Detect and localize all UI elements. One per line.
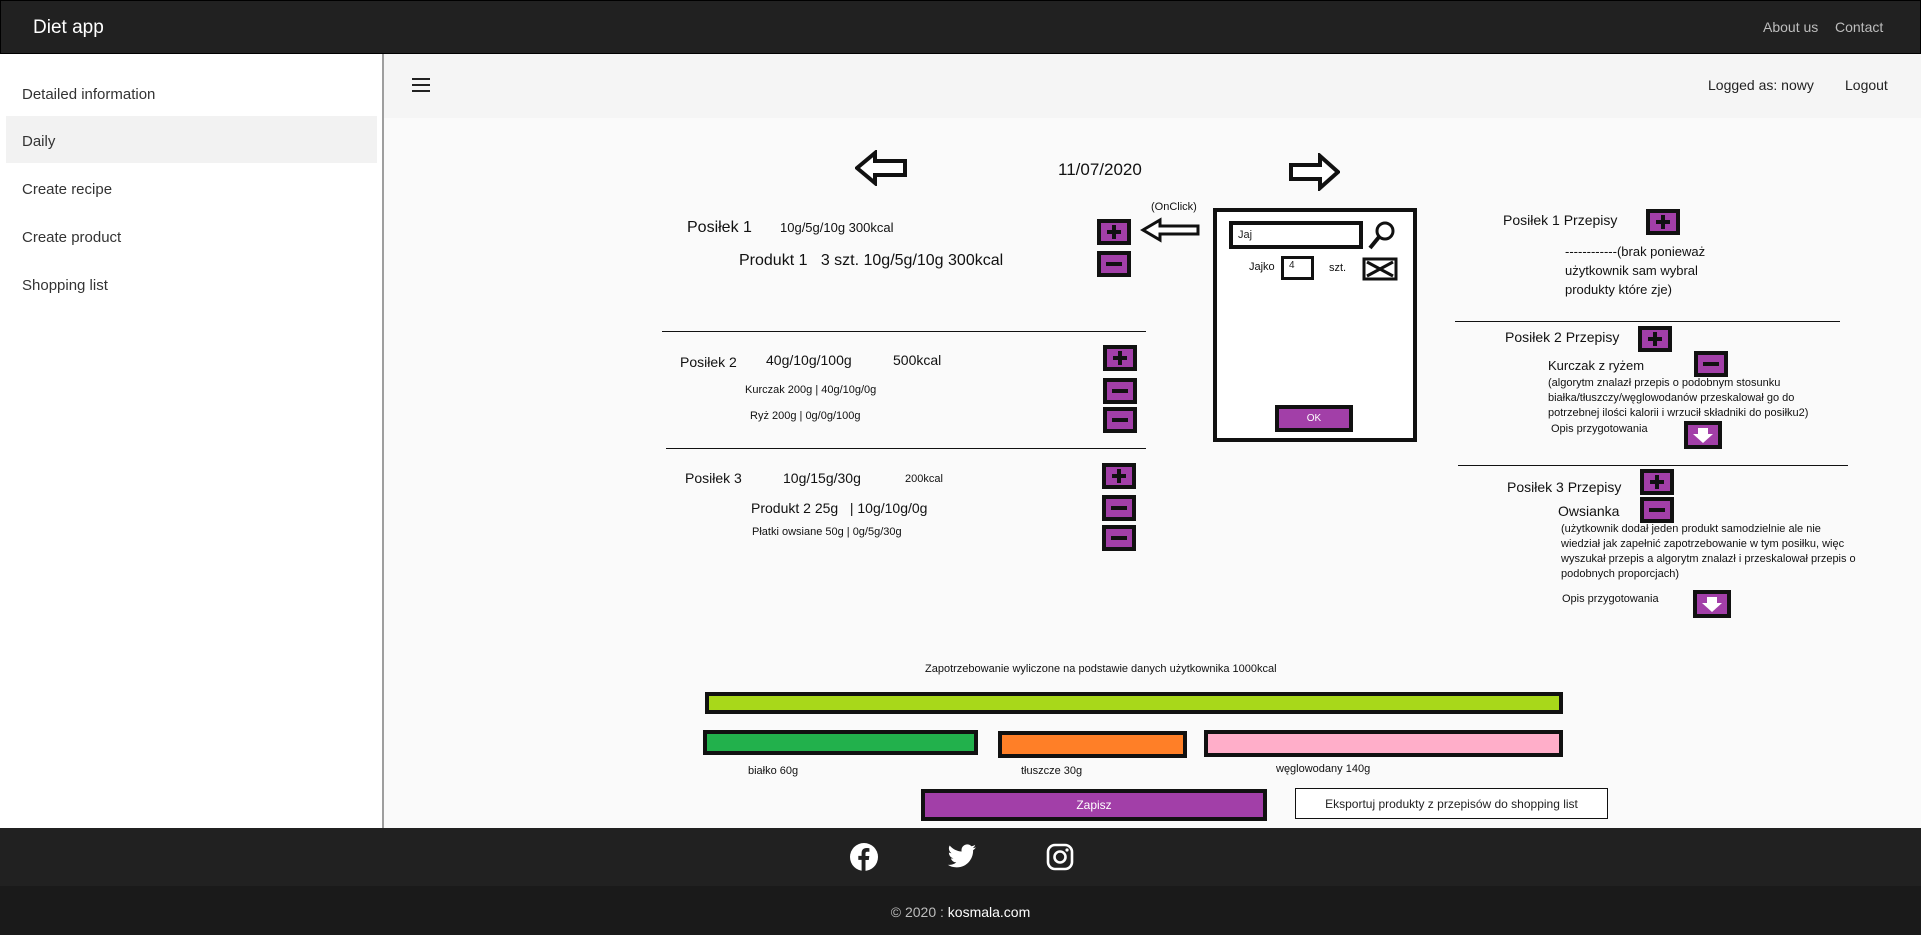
- meal-divider: [666, 448, 1146, 449]
- meal-3-add-button[interactable]: [1102, 463, 1136, 489]
- meal-3-item-2: Płatki owsiane 50g | 0g/5g/30g: [752, 526, 902, 538]
- protein-bar: [703, 730, 978, 755]
- current-date: 11/07/2020: [1058, 160, 1142, 179]
- onclick-arrow-icon: [1140, 217, 1200, 243]
- sidebar-item-create-recipe[interactable]: Create recipe: [6, 164, 377, 211]
- plus-icon: [1107, 225, 1121, 239]
- arrow-down-icon: [1702, 597, 1722, 612]
- about-link[interactable]: About us: [1763, 19, 1818, 35]
- fat-label: tłuszcze 30g: [1021, 765, 1083, 777]
- minus-icon: [1703, 362, 1719, 366]
- facebook-icon[interactable]: [850, 843, 878, 871]
- recipe-divider: [1455, 321, 1840, 322]
- meal-3-title: Posiłek 3: [685, 470, 742, 486]
- copyright-prefix: © 2020 :: [890, 904, 948, 920]
- meal-1-item-1: Produkt 1 3 szt. 10g/5g/10g 300kcal: [739, 252, 1004, 269]
- arrow-down-icon: [1693, 428, 1713, 443]
- meal-2-kcal: 500kcal: [893, 352, 942, 368]
- logout-link[interactable]: Logout: [1845, 77, 1888, 93]
- meal-2-item-2-remove-button[interactable]: [1103, 407, 1137, 433]
- meal-2-title: Posiłek 2: [680, 354, 737, 370]
- meal-2-item-1: Kurczak 200g | 40g/10g/0g: [745, 384, 877, 396]
- minus-icon: [1112, 389, 1128, 393]
- recipe-divider: [1458, 465, 1848, 466]
- meal-3-macros: 10g/15g/30g: [783, 470, 861, 486]
- recipe-1-add-button[interactable]: [1646, 209, 1680, 235]
- minus-icon: [1111, 536, 1127, 540]
- meal-1-add-button[interactable]: [1097, 219, 1131, 245]
- onclick-note: (OnClick): [1151, 201, 1197, 213]
- minus-icon: [1649, 508, 1665, 512]
- recipe-3-expand-button[interactable]: [1693, 590, 1731, 618]
- menu-icon[interactable]: [412, 78, 430, 92]
- recipe-2-name: Kurczak z ryżem: [1548, 358, 1645, 373]
- meal-3-item-2-remove-button[interactable]: [1102, 525, 1136, 551]
- recipe-2-note: (algorytm znalazł przepis o podobnym sto…: [1548, 377, 1809, 419]
- recipe-1-title: Posiłek 1 Przepisy: [1503, 212, 1618, 228]
- carbs-label: węglowodany 140g: [1276, 763, 1371, 775]
- meal-2-item-1-remove-button[interactable]: [1103, 378, 1137, 404]
- popup-product-name: Jajko: [1249, 261, 1275, 273]
- sidebar-item-shopping-list[interactable]: Shopping list: [6, 260, 377, 307]
- meal-3-item-1-remove-button[interactable]: [1102, 495, 1136, 521]
- prev-day-arrow-icon[interactable]: [855, 150, 909, 186]
- minus-icon: [1112, 418, 1128, 422]
- popup-unit: szt.: [1329, 262, 1347, 274]
- recipe-2-remove-button[interactable]: [1694, 351, 1728, 377]
- minus-icon: [1106, 262, 1122, 266]
- plus-icon: [1650, 475, 1664, 489]
- recipe-2-title: Posiłek 2 Przepisy: [1505, 329, 1620, 345]
- contact-link[interactable]: Contact: [1835, 19, 1883, 35]
- content-toolbar: [384, 54, 1921, 118]
- meal-1-macros: 10g/5g/10g 300kcal: [780, 220, 894, 235]
- popup-ok-button[interactable]: OK: [1275, 405, 1353, 432]
- recipe-2-opis-label: Opis przygotowania: [1551, 423, 1648, 435]
- sidebar-item-create-product[interactable]: Create product: [6, 212, 377, 259]
- meal-1-remove-button[interactable]: [1097, 251, 1131, 277]
- copyright-site-link[interactable]: kosmala.com: [948, 904, 1030, 920]
- sidebar-item-daily[interactable]: Daily: [6, 116, 377, 163]
- minus-icon: [1111, 506, 1127, 510]
- fat-bar: [998, 731, 1187, 758]
- recipe-3-title: Posiłek 3 Przepisy: [1507, 479, 1622, 495]
- quantity-input[interactable]: 4: [1281, 256, 1314, 280]
- meal-1-title: Posiłek 1: [687, 219, 752, 236]
- recipe-2-expand-button[interactable]: [1684, 421, 1722, 449]
- plus-icon: [1656, 215, 1670, 229]
- close-icon[interactable]: [1362, 257, 1398, 281]
- twitter-icon[interactable]: [947, 843, 977, 871]
- meal-2-macros: 40g/10g/100g: [766, 352, 852, 368]
- meal-3-kcal: 200kcal: [905, 473, 943, 485]
- recipe-3-name: Owsianka: [1558, 503, 1620, 519]
- carbs-bar: [1204, 730, 1563, 757]
- total-kcal-bar: [705, 692, 1563, 714]
- next-day-arrow-icon[interactable]: [1288, 153, 1340, 191]
- recipe-3-opis-label: Opis przygotowania: [1562, 593, 1659, 605]
- recipe-3-note: (użytkownik dodał jeden produkt samodzie…: [1561, 523, 1856, 580]
- meal-2-item-2: Ryż 200g | 0g/0g/100g: [750, 410, 861, 422]
- export-shopping-list-button[interactable]: Eksportuj produkty z przepisów do shoppi…: [1295, 788, 1608, 819]
- recipe-3-add-button[interactable]: [1640, 469, 1674, 495]
- brand-title[interactable]: Diet app: [33, 17, 104, 39]
- logged-as-label: Logged as: nowy: [1708, 77, 1814, 93]
- save-button[interactable]: Zapisz: [921, 789, 1267, 821]
- recipe-2-add-button[interactable]: [1638, 326, 1672, 352]
- meal-divider: [662, 331, 1146, 332]
- requirement-label: Zapotrzebowanie wyliczone na podstawie d…: [925, 663, 1277, 675]
- meal-3-item-1: Produkt 2 25g | 10g/10g/0g: [751, 500, 928, 516]
- copyright: © 2020 : kosmala.com: [0, 904, 1921, 920]
- recipe-1-note: ------------(brak ponieważ użytkownik sam…: [1565, 244, 1706, 297]
- recipe-3-remove-button[interactable]: [1640, 497, 1674, 523]
- product-search-input[interactable]: Jaj: [1229, 221, 1363, 249]
- instagram-icon[interactable]: [1046, 843, 1074, 871]
- top-navbar: Diet app About us Contact: [0, 0, 1921, 54]
- search-icon[interactable]: [1367, 219, 1399, 251]
- plus-icon: [1112, 469, 1126, 483]
- plus-icon: [1648, 332, 1662, 346]
- sidebar-item-detailed-information[interactable]: Detailed information: [6, 69, 377, 116]
- sidebar: Detailed information Daily Create recipe…: [0, 54, 384, 828]
- meal-2-add-button[interactable]: [1103, 345, 1137, 371]
- protein-label: białko 60g: [748, 765, 799, 777]
- plus-icon: [1113, 351, 1127, 365]
